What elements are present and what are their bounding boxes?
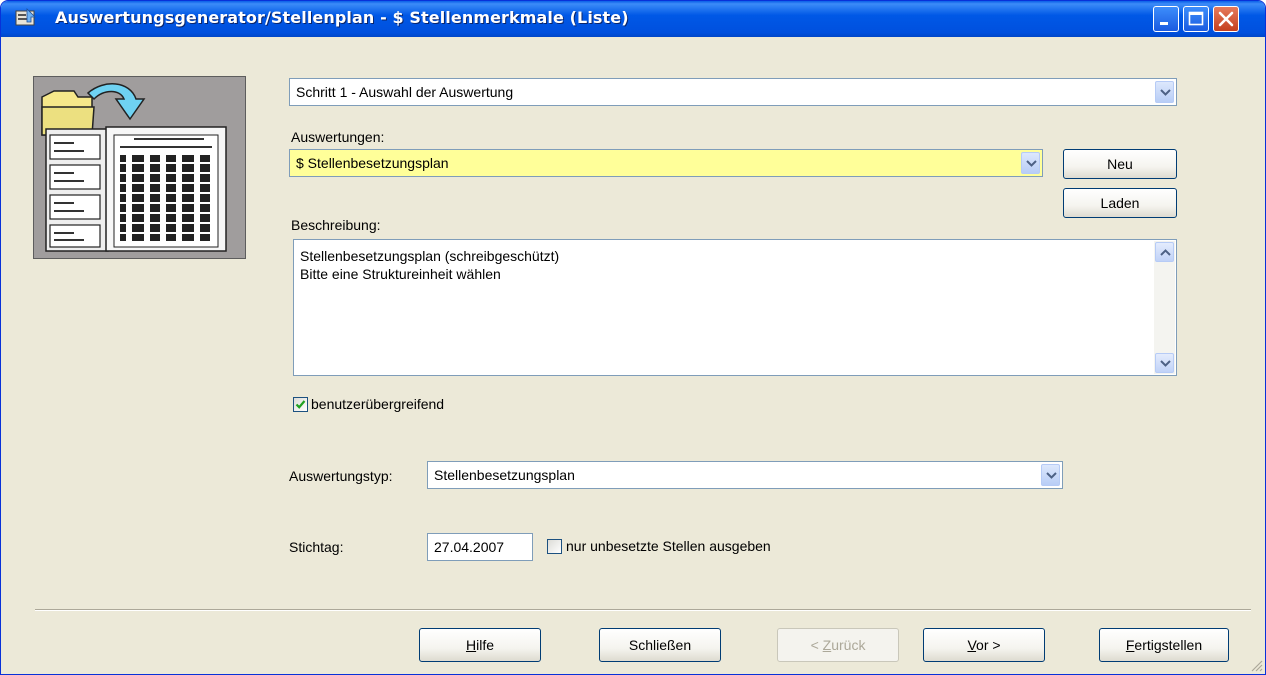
scroll-up-button[interactable]: [1155, 242, 1174, 262]
fertigstellen-label: ertigstellen: [1134, 637, 1203, 653]
stichtag-input[interactable]: 27.04.2007: [427, 533, 533, 561]
window-title: Auswertungsgenerator/Stellenplan - $ Ste…: [55, 8, 629, 27]
beschreibung-line: Bitte eine Struktureinheit wählen: [300, 266, 501, 282]
benutzeruebergreifend-checkbox[interactable]: [293, 397, 308, 412]
beschreibung-line: Stellenbesetzungsplan (schreibgeschützt): [300, 248, 560, 264]
beschreibung-scrollbar[interactable]: [1154, 241, 1175, 374]
nur-unbesetzte-checkbox[interactable]: [547, 539, 562, 554]
chevron-down-icon: [1046, 472, 1057, 479]
auswertungstyp-select[interactable]: Stellenbesetzungsplan: [427, 461, 1063, 489]
resize-grip-icon[interactable]: [1249, 658, 1263, 672]
auswertungen-select[interactable]: $ Stellenbesetzungsplan: [289, 149, 1043, 177]
zurueck-mnemonic: Z: [822, 637, 832, 653]
stichtag-input-value: 27.04.2007: [434, 539, 505, 555]
scroll-down-button[interactable]: [1155, 353, 1174, 373]
wizard-window: Auswertungsgenerator/Stellenplan - $ Ste…: [0, 0, 1266, 675]
beschreibung-textarea[interactable]: Stellenbesetzungsplan (schreibgeschützt)…: [293, 239, 1177, 376]
minimize-button[interactable]: [1153, 6, 1179, 32]
auswertungstyp-label: Auswertungstyp:: [289, 468, 393, 484]
chevron-down-icon: [1160, 89, 1171, 96]
fertigstellen-button[interactable]: Fertigstellen: [1099, 628, 1229, 662]
auswertungen-select-value: $ Stellenbesetzungsplan: [296, 155, 449, 171]
app-icon: [15, 8, 36, 26]
hilfe-button[interactable]: Hilfe: [419, 628, 541, 662]
nur-unbesetzte-label[interactable]: nur unbesetzte Stellen ausgeben: [566, 538, 771, 554]
zurueck-label: urück: [831, 637, 866, 653]
checkmark-icon: [295, 400, 306, 409]
neu-button[interactable]: Neu: [1063, 149, 1177, 179]
footer-separator: [35, 609, 1251, 611]
close-icon: [1218, 11, 1234, 27]
stichtag-label: Stichtag:: [289, 539, 344, 555]
vor-mnemonic: V: [967, 637, 977, 653]
step-select-value: Schritt 1 - Auswahl der Auswertung: [296, 84, 514, 100]
benutzeruebergreifend-label[interactable]: benutzerübergreifend: [311, 396, 444, 412]
chevron-down-icon: [1160, 360, 1171, 367]
vor-label: or >: [976, 637, 1001, 653]
minimize-icon: [1160, 22, 1168, 25]
zurueck-prefix: <: [810, 637, 823, 653]
chevron-down-icon: [1026, 160, 1037, 167]
chevron-up-icon: [1160, 249, 1171, 256]
close-button[interactable]: [1213, 6, 1239, 32]
step-select[interactable]: Schritt 1 - Auswahl der Auswertung: [289, 78, 1177, 106]
schliessen-button[interactable]: Schließen: [599, 628, 721, 662]
hilfe-mnemonic: H: [465, 637, 477, 653]
maximize-button[interactable]: [1183, 6, 1209, 32]
hilfe-label: ilfe: [476, 637, 495, 653]
wizard-illustration: [33, 76, 246, 259]
auswertungstyp-select-value: Stellenbesetzungsplan: [434, 467, 575, 483]
auswertungstyp-dropdown-button[interactable]: [1041, 464, 1060, 486]
auswertungen-dropdown-button[interactable]: [1021, 152, 1040, 174]
report-document-icon: [41, 83, 227, 252]
laden-button[interactable]: Laden: [1063, 188, 1177, 218]
maximize-icon: [1188, 11, 1204, 26]
beschreibung-label: Beschreibung:: [291, 217, 381, 233]
zurueck-button[interactable]: < Zurück: [777, 628, 899, 662]
title-bar[interactable]: Auswertungsgenerator/Stellenplan - $ Ste…: [1, 1, 1265, 37]
auswertungen-label: Auswertungen:: [291, 129, 385, 145]
step-select-dropdown-button[interactable]: [1155, 81, 1174, 103]
vor-button[interactable]: Vor >: [923, 628, 1045, 662]
